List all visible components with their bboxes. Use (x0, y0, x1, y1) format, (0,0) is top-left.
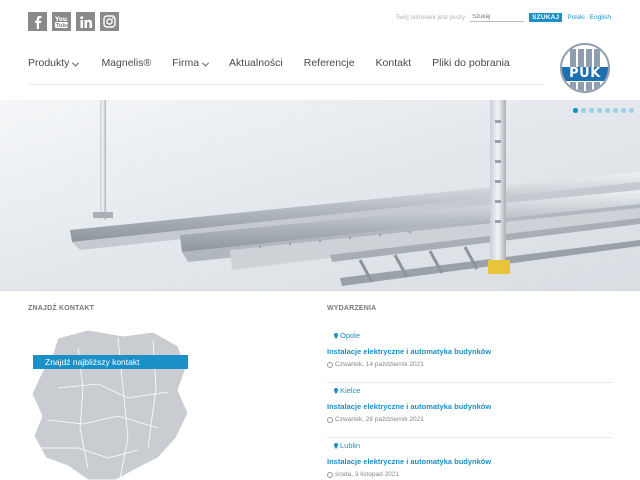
svg-text:You: You (54, 16, 67, 23)
nav-item-label: Firma (172, 57, 200, 69)
slider-dot[interactable] (573, 108, 578, 113)
nav-item-aktualnosci[interactable]: Aktualności (229, 57, 283, 69)
nav-item-label: Referencje (303, 57, 355, 69)
nav-item-label: Kontakt (375, 57, 412, 69)
slider-dot[interactable] (629, 108, 634, 113)
main-navigation: Produkty Magnelis® Firma Aktualności Ref… (28, 57, 531, 69)
events-list: Opole Instalacje elektryczne i automatyk… (327, 328, 612, 480)
event-date-text: środa, 3 listopad 2021 (335, 471, 399, 478)
event-location: Kielce (334, 386, 612, 395)
event-item: Kielce Instalacje elektryczne i automaty… (327, 383, 612, 438)
language-polish-link[interactable]: Polski (567, 14, 584, 21)
event-title-link[interactable]: Instalacje elektryczne i automatyka budy… (327, 457, 612, 466)
nav-item-kontakt[interactable]: Kontakt (376, 57, 412, 69)
linkedin-icon[interactable] (76, 12, 95, 31)
event-date-text: Czwartek, 28 październik 2021 (335, 416, 424, 423)
event-city[interactable]: Opole (340, 331, 360, 340)
clock-icon (327, 416, 333, 423)
event-item: Lublin Instalacje elektryczne i automaty… (327, 438, 612, 480)
nav-item-label: Aktualności (229, 57, 283, 69)
event-date: Czwartek, 14 październik 2021 (327, 361, 612, 368)
slider-dot[interactable] (597, 108, 602, 113)
youtube-icon[interactable]: You Tube (52, 12, 71, 31)
event-city[interactable]: Kielce (340, 386, 360, 395)
slider-dot[interactable] (605, 108, 610, 113)
language-english-link[interactable]: English (590, 14, 611, 21)
event-title-link[interactable]: Instalacje elektryczne i automatyka budy… (327, 347, 612, 356)
nav-item-label: Pliki do pobrania (432, 57, 510, 69)
clipboard-status[interactable]: Twój schowek jest pusty (395, 14, 465, 21)
europe-map[interactable] (28, 328, 193, 480)
event-location: Opole (334, 331, 612, 340)
instagram-icon[interactable] (100, 12, 119, 31)
social-links: You Tube (28, 12, 119, 31)
map-pin-icon (334, 332, 338, 339)
nav-item-label: Produkty (28, 57, 70, 69)
event-location: Lublin (334, 441, 612, 450)
slider-dot[interactable] (621, 108, 626, 113)
map-pin-icon (334, 442, 338, 449)
slider-dot[interactable] (581, 108, 586, 113)
top-utility-bar: Twój schowek jest pusty SZUKAJ Polski En… (395, 12, 611, 22)
clock-icon (327, 361, 333, 368)
logo-text: PUK (562, 67, 608, 81)
find-contact-banner[interactable]: Znajdź najbliższy kontakt (33, 355, 188, 369)
puk-logo[interactable]: PUK (560, 43, 610, 93)
nav-item-firma[interactable]: Firma (172, 57, 210, 69)
search-input[interactable] (470, 12, 525, 22)
event-date: środa, 3 listopad 2021 (327, 471, 612, 478)
nav-item-pliki-do-pobrania[interactable]: Pliki do pobrania (432, 57, 510, 69)
nav-divider (28, 84, 544, 85)
contact-section-title: ZNAJDŹ KONTAKT (28, 305, 95, 312)
nav-item-magnelis[interactable]: Magnelis® (101, 57, 151, 69)
chevron-down-icon (72, 59, 80, 67)
event-date-text: Czwartek, 14 październik 2021 (335, 361, 424, 368)
map-pin-icon (334, 387, 338, 394)
event-date: Czwartek, 28 październik 2021 (327, 416, 612, 423)
slider-pagination (573, 108, 634, 113)
event-item: Opole Instalacje elektryczne i automatyk… (327, 328, 612, 383)
chevron-down-icon (202, 59, 210, 67)
slider-dot[interactable] (589, 108, 594, 113)
facebook-icon[interactable] (28, 12, 47, 31)
event-city[interactable]: Lublin (340, 441, 360, 450)
nav-item-produkty[interactable]: Produkty (28, 57, 80, 69)
events-section-title: WYDARZENIA (327, 305, 377, 312)
slider-dot[interactable] (613, 108, 618, 113)
clock-icon (327, 471, 333, 478)
search-button[interactable]: SZUKAJ (529, 12, 563, 22)
svg-text:Tube: Tube (56, 23, 69, 29)
nav-item-referencje[interactable]: Referencje (304, 57, 355, 69)
section-divider (0, 290, 640, 291)
nav-item-label: Magnelis® (101, 57, 152, 69)
event-title-link[interactable]: Instalacje elektryczne i automatyka budy… (327, 402, 612, 411)
hero-slider-image[interactable] (0, 100, 640, 290)
